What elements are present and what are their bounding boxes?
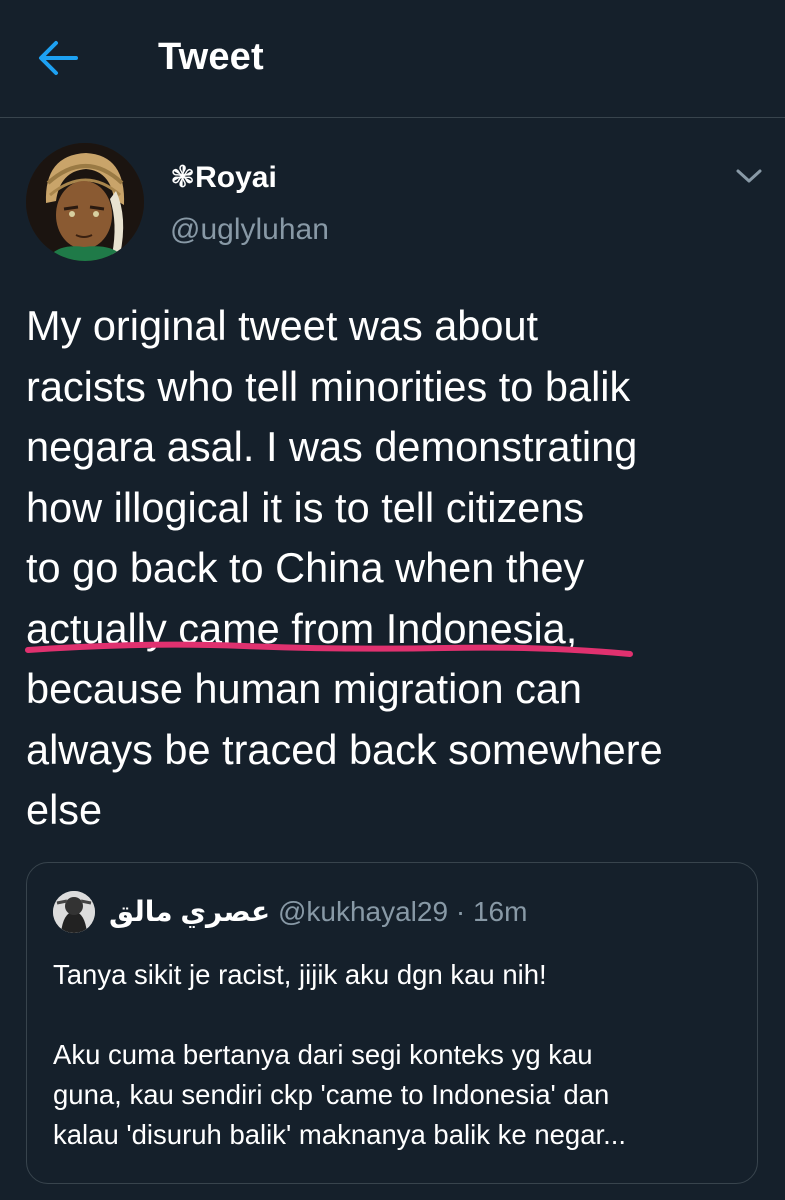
separator-dot: ·	[455, 896, 466, 927]
top-app-bar: Tweet	[0, 0, 785, 118]
back-button[interactable]	[36, 38, 80, 78]
display-name[interactable]: ❃Royai	[170, 160, 277, 195]
avatar[interactable]	[53, 891, 95, 933]
more-options-button[interactable]	[733, 164, 765, 188]
chevron-down-icon	[736, 169, 762, 183]
display-name[interactable]: عصري مالق	[109, 896, 270, 927]
handdrawn-underline	[25, 641, 633, 657]
avatar-illustration	[53, 891, 95, 933]
avatar[interactable]	[26, 143, 144, 261]
page-title: Tweet	[158, 36, 264, 78]
quoted-tweet-header: عصري مالق @kukhayal29 · 16m	[109, 895, 527, 928]
user-handle[interactable]: @kukhayal29	[278, 896, 448, 927]
tweet-text: My original tweet was about racists who …	[26, 302, 663, 833]
quoted-tweet-text: Tanya sikit je racist, jijik aku dgn kau…	[53, 959, 627, 1150]
timestamp[interactable]: 16m	[473, 896, 527, 927]
quoted-tweet[interactable]: عصري مالق @kukhayal29 · 16m Tanya sikit …	[26, 862, 758, 1184]
arrow-left-icon	[39, 41, 78, 75]
user-handle[interactable]: @uglyluhan	[170, 213, 329, 247]
avatar-illustration	[26, 143, 144, 261]
